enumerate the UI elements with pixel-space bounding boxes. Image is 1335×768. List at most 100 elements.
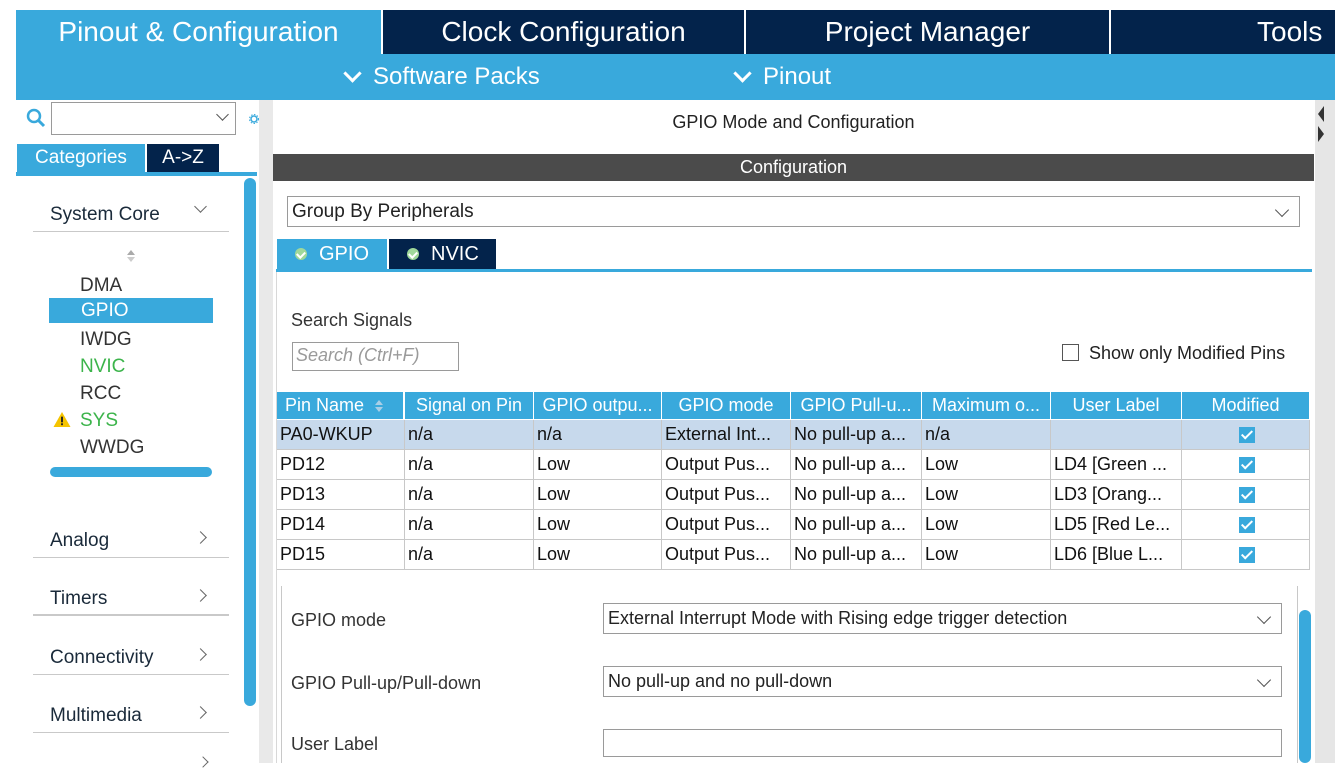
cell-gpio-mode: Output Pus... <box>662 480 791 510</box>
user-label-label: User Label <box>291 734 379 754</box>
cell-gpio-output: Low <box>534 510 662 540</box>
tab-gpio[interactable]: GPIO <box>277 239 387 269</box>
gpio-pull-value: No pull-up and no pull-down <box>608 671 833 691</box>
section-timers-label: Timers <box>50 588 108 609</box>
warning-icon <box>53 411 71 428</box>
search-combo[interactable] <box>51 102 236 135</box>
peripheral-dma[interactable]: DMA <box>80 275 122 297</box>
configuration-header: Configuration <box>273 154 1314 181</box>
cell-max-speed: Low <box>922 510 1051 540</box>
tab-nvic[interactable]: NVIC <box>389 239 496 269</box>
peripheral-gpio[interactable]: GPIO <box>49 298 213 323</box>
detail-scrollbar[interactable] <box>1299 610 1311 763</box>
collapse-arrow-icon[interactable] <box>1316 104 1326 144</box>
tab-a-to-z[interactable]: A->Z <box>147 144 219 172</box>
tab-categories[interactable]: Categories <box>17 144 145 172</box>
search-signals-input[interactable]: Search (Ctrl+F) <box>292 342 459 371</box>
section-analog[interactable]: Analog <box>33 518 229 558</box>
pinout-menu-label: Pinout <box>763 63 832 90</box>
user-label-input[interactable] <box>603 729 1282 757</box>
peripheral-rcc[interactable]: RCC <box>80 383 121 405</box>
gpio-mode-select[interactable]: External Interrupt Mode with Rising edge… <box>603 603 1282 634</box>
cell-gpio-output: Low <box>534 540 662 570</box>
cell-user-label: LD5 [Red Le... <box>1051 510 1182 540</box>
cell-signal: n/a <box>405 450 534 480</box>
cell-modified[interactable] <box>1182 540 1310 570</box>
column-header-gpio-mode[interactable]: GPIO mode <box>662 392 791 419</box>
cell-signal: n/a <box>405 540 534 570</box>
cell-pin-name: PD13 <box>277 480 405 510</box>
show-modified-checkbox[interactable] <box>1062 344 1079 361</box>
cell-gpio-mode: External Int... <box>662 420 791 450</box>
tab-pinout-configuration[interactable]: Pinout & Configuration <box>16 10 381 54</box>
column-header-gpio-output[interactable]: GPIO outpu... <box>534 392 662 419</box>
cell-modified[interactable] <box>1182 510 1310 540</box>
column-header-pin-name-label: Pin Name <box>285 395 365 415</box>
cell-max-speed: Low <box>922 540 1051 570</box>
cell-signal: n/a <box>405 420 534 450</box>
gpio-mode-label: GPIO mode <box>291 610 387 630</box>
vertical-scrollbar[interactable] <box>244 178 256 706</box>
tab-tools-label: Tools <box>1257 16 1323 47</box>
modified-checkbox[interactable] <box>1239 486 1255 503</box>
cell-max-speed: Low <box>922 450 1051 480</box>
tab-tools[interactable]: Tools <box>1111 10 1335 54</box>
column-header-user-label[interactable]: User Label <box>1051 392 1182 419</box>
cell-pin-name: PD15 <box>277 540 405 570</box>
show-modified-label: Show only Modified Pins <box>1089 343 1286 363</box>
mode-config-header: GPIO Mode and Configuration <box>273 102 1314 142</box>
cell-max-speed: n/a <box>922 420 1051 450</box>
modified-checkbox[interactable] <box>1239 546 1255 563</box>
section-system-core[interactable]: System Core <box>33 192 229 232</box>
column-header-max-speed[interactable]: Maximum o... <box>922 392 1051 419</box>
cell-user-label <box>1051 420 1182 450</box>
peripheral-sys[interactable]: SYS <box>80 410 118 432</box>
cell-gpio-pull: No pull-up a... <box>791 540 922 570</box>
group-by-select[interactable]: Group By Peripherals <box>287 196 1300 227</box>
modified-checkbox[interactable] <box>1239 516 1255 533</box>
cell-modified[interactable] <box>1182 420 1310 450</box>
pinout-menu[interactable]: Pinout <box>733 54 832 100</box>
chevron-right-icon <box>194 648 207 661</box>
gpio-pull-label: GPIO Pull-up/Pull-down <box>291 673 482 693</box>
cell-user-label: LD6 [Blue L... <box>1051 540 1182 570</box>
section-multimedia[interactable]: Multimedia <box>33 693 229 733</box>
modified-checkbox[interactable] <box>1239 426 1255 443</box>
cell-gpio-mode: Output Pus... <box>662 540 791 570</box>
category-tab-underline <box>16 172 257 176</box>
section-timers[interactable]: Timers <box>33 576 229 616</box>
modified-checkbox[interactable] <box>1239 456 1255 473</box>
column-header-gpio-pull[interactable]: GPIO Pull-u... <box>791 392 922 419</box>
sort-icon[interactable] <box>125 248 137 264</box>
chevron-down-icon <box>194 200 207 213</box>
peripheral-gpio-label: GPIO <box>81 300 129 321</box>
tab-nvic-label: NVIC <box>431 242 479 265</box>
tab-project-manager[interactable]: Project Manager <box>746 10 1109 54</box>
horizontal-scrollbar[interactable] <box>50 467 212 477</box>
column-header-pin-name[interactable]: Pin Name <box>277 392 404 419</box>
chevron-right-icon <box>194 531 207 544</box>
software-packs-label: Software Packs <box>373 63 540 90</box>
chevron-right-icon <box>194 589 207 602</box>
cell-pin-name: PD12 <box>277 450 405 480</box>
software-packs-menu[interactable]: Software Packs <box>343 54 540 100</box>
section-connectivity[interactable]: Connectivity <box>33 635 229 675</box>
gpio-pull-select[interactable]: No pull-up and no pull-down <box>603 666 1282 697</box>
cell-signal: n/a <box>405 480 534 510</box>
group-by-value: Group By Peripherals <box>292 200 474 222</box>
cell-max-speed: Low <box>922 480 1051 510</box>
cell-modified[interactable] <box>1182 450 1310 480</box>
peripheral-iwdg[interactable]: IWDG <box>80 329 132 351</box>
search-icon[interactable] <box>26 108 46 128</box>
peripheral-wwdg[interactable]: WWDG <box>80 437 144 459</box>
tab-clock-configuration[interactable]: Clock Configuration <box>383 10 744 54</box>
cell-signal: n/a <box>405 510 534 540</box>
cell-modified[interactable] <box>1182 480 1310 510</box>
cell-gpio-mode: Output Pus... <box>662 510 791 540</box>
panel-divider[interactable] <box>259 100 273 763</box>
column-header-signal[interactable]: Signal on Pin <box>405 392 534 419</box>
column-header-modified[interactable]: Modified <box>1182 392 1310 419</box>
chevron-down-icon <box>733 63 752 83</box>
peripheral-nvic[interactable]: NVIC <box>80 356 125 378</box>
section-system-core-label: System Core <box>50 204 160 225</box>
